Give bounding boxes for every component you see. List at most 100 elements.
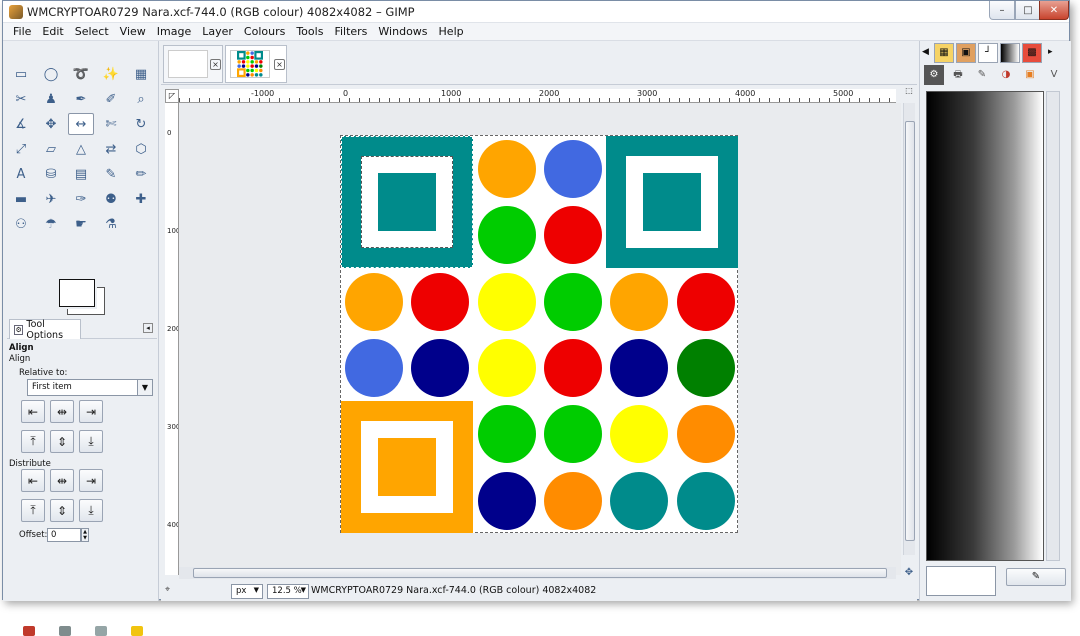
pencil-icon[interactable]: ✎ — [98, 163, 124, 185]
tool-presets-icon[interactable]: ⚙ — [924, 65, 944, 85]
eraser-icon[interactable]: ▬ — [8, 188, 34, 210]
menu-image[interactable]: Image — [157, 25, 191, 38]
align-right-edge-button[interactable]: ⇥ — [79, 400, 103, 423]
teal-square-top-right[interactable] — [606, 136, 738, 268]
teal-square-top-left[interactable] — [341, 136, 473, 268]
align-icon[interactable]: ↔ — [68, 113, 94, 135]
heal-icon[interactable]: ✚ — [128, 188, 154, 210]
reset-options-icon[interactable] — [131, 626, 143, 636]
orange-circle[interactable] — [610, 272, 669, 331]
menu-windows[interactable]: Windows — [378, 25, 427, 38]
clone-icon[interactable]: ⚉ — [98, 188, 124, 210]
smudge-icon[interactable]: ☛ — [68, 213, 94, 235]
vertical-scroll-thumb[interactable] — [905, 121, 915, 541]
close-button[interactable]: ✕ — [1039, 1, 1069, 20]
zoom-fit-icon[interactable]: ⬚ — [903, 85, 915, 97]
red-circle[interactable] — [543, 338, 602, 397]
horizontal-scrollbar[interactable] — [179, 567, 896, 579]
navy-circle[interactable] — [610, 338, 669, 397]
red-circle[interactable] — [676, 272, 735, 331]
image-canvas[interactable] — [340, 135, 738, 533]
navy-circle[interactable] — [477, 471, 536, 530]
align-left-edge-button[interactable]: ⇤ — [21, 400, 45, 423]
distribute-right-button[interactable]: ⇥ — [79, 469, 103, 492]
ellipse-select-icon[interactable]: ◯ — [38, 63, 64, 85]
scale-icon[interactable]: ⤢ — [8, 138, 34, 160]
save-options-icon[interactable] — [23, 626, 35, 636]
red-circle[interactable] — [411, 272, 470, 331]
unit-select[interactable]: px ▼ — [231, 584, 263, 599]
ink-icon[interactable]: ✑ — [68, 188, 94, 210]
minimize-button[interactable]: – — [989, 1, 1015, 20]
green-circle[interactable] — [543, 405, 602, 464]
teal-circle[interactable] — [676, 471, 735, 530]
darkorange-circle[interactable] — [676, 405, 735, 464]
measure-icon[interactable]: ∡ — [8, 113, 34, 135]
canvas-area[interactable] — [179, 103, 901, 575]
airbrush-icon[interactable]: ✈ — [38, 188, 64, 210]
orange-circle[interactable] — [477, 140, 536, 198]
flip-icon[interactable]: ⇄ — [98, 138, 124, 160]
tab-menu-icon[interactable]: ◂ — [143, 323, 153, 333]
align-top-edge-button[interactable]: ⤒ — [21, 430, 45, 453]
blue-circle[interactable] — [345, 338, 403, 397]
orange-square-bottom-left[interactable] — [341, 401, 473, 533]
perspective-icon[interactable]: △ — [68, 138, 94, 160]
blue-circle[interactable] — [543, 140, 602, 198]
navigate-icon[interactable]: ✥ — [903, 567, 915, 579]
green-circle[interactable] — [477, 206, 536, 265]
horizontal-ruler[interactable]: -1000 0 1000 2000 3000 4000 5000 — [179, 89, 896, 103]
rect-select-icon[interactable]: ▭ — [8, 63, 34, 85]
blend-icon[interactable]: ▤ — [68, 163, 94, 185]
zoom-select[interactable]: 12.5 % ▼ — [267, 584, 309, 599]
gradients-tab[interactable] — [1000, 43, 1020, 63]
edit-gradient-button[interactable]: ✎ — [1006, 568, 1066, 586]
foreground-select-icon[interactable]: ♟ — [38, 88, 64, 110]
brush-icon[interactable]: ✎ — [972, 65, 992, 85]
distribute-center-button[interactable]: ⇹ — [50, 469, 74, 492]
green-circle[interactable] — [543, 272, 602, 331]
tool-options-tab[interactable]: ⚙ Tool Options — [9, 319, 81, 341]
menu-layer[interactable]: Layer — [202, 25, 233, 38]
close-icon[interactable]: × — [210, 59, 221, 70]
free-select-icon[interactable]: ➰ — [68, 63, 94, 85]
maximize-button[interactable]: □ — [1015, 1, 1041, 20]
align-bottom-edge-button[interactable]: ⤓ — [79, 430, 103, 453]
offset-spinner[interactable]: ▲ ▼ — [81, 528, 89, 542]
menu-help[interactable]: Help — [439, 25, 464, 38]
fonts-icon[interactable]: Ⅴ — [1044, 65, 1064, 85]
selected-gradient-swatch[interactable] — [926, 566, 996, 596]
dock-left-arrow-icon[interactable]: ◀ — [922, 47, 929, 57]
image-tab-blank[interactable]: × — [163, 45, 223, 83]
distribute-top-button[interactable]: ⤒ — [21, 499, 45, 522]
distribute-bottom-button[interactable]: ⤓ — [79, 499, 103, 522]
teal-circle[interactable] — [610, 471, 669, 530]
device-status-icon[interactable]: 🖶 — [948, 65, 968, 85]
paintbrush-icon[interactable]: ✏ — [128, 163, 154, 185]
delete-options-icon[interactable] — [95, 626, 107, 636]
yellow-circle[interactable] — [477, 338, 536, 397]
align-middle-button[interactable]: ⇕ — [50, 430, 74, 453]
darkorange-circle[interactable] — [543, 471, 602, 530]
menu-tools[interactable]: Tools — [296, 25, 323, 38]
color-select-icon[interactable]: ▦ — [128, 63, 154, 85]
dock-scrollbar[interactable] — [1046, 91, 1060, 561]
navy-circle[interactable] — [411, 338, 470, 397]
offset-input[interactable]: 0 — [47, 528, 81, 542]
paths-icon[interactable]: ✒ — [68, 88, 94, 110]
colors-icon[interactable]: ◑ — [996, 65, 1016, 85]
move-icon[interactable]: ✥ — [38, 113, 64, 135]
image-tab-nara[interactable]: × — [225, 45, 287, 83]
green-circle[interactable] — [477, 405, 536, 464]
red-circle[interactable] — [543, 206, 602, 265]
dock-menu-icon[interactable]: ▸ — [1048, 47, 1053, 57]
quick-mask-corner-icon[interactable]: ◸ — [165, 89, 179, 103]
distribute-left-button[interactable]: ⇤ — [21, 469, 45, 492]
gradient-preview[interactable] — [926, 91, 1044, 561]
title-bar[interactable]: WMCRYPTOAR0729 Nara.xcf-744.0 (RGB colou… — [3, 1, 1069, 23]
dodge-burn-icon[interactable]: ⚗ — [98, 213, 124, 235]
perspective-clone-icon[interactable]: ⚇ — [8, 213, 34, 235]
bucket-fill-icon[interactable]: ⛁ — [38, 163, 64, 185]
menu-colours[interactable]: Colours — [244, 25, 285, 38]
brushes-tab[interactable]: ▣ — [956, 43, 976, 63]
